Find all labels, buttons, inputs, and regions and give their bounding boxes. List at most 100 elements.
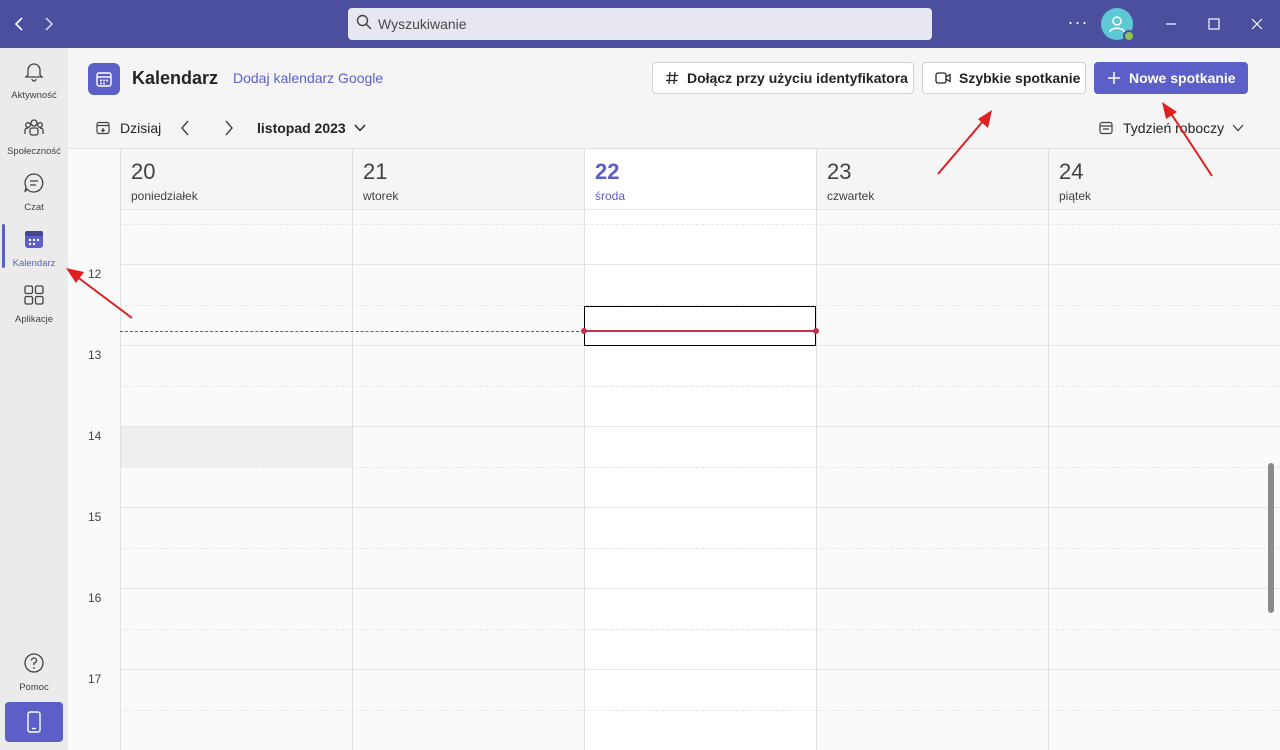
view-icon: [1099, 121, 1113, 135]
chevron-down-icon: [354, 124, 366, 132]
close-icon[interactable]: [1245, 12, 1269, 36]
rail-item-chat[interactable]: Czat: [0, 164, 68, 220]
back-icon[interactable]: [8, 12, 32, 36]
search-placeholder: Wyszukiwanie: [378, 16, 467, 32]
rail-item-label: Czat: [24, 202, 44, 213]
week-grid: 20 poniedziałek 21 wtorek 22 środa 23 cz…: [68, 148, 1280, 750]
new-meeting-button[interactable]: Nowe spotkanie: [1094, 62, 1248, 94]
app-rail: Aktywność Społeczność Czat Kalendarz Apl…: [0, 48, 68, 750]
day-name: piątek: [1059, 189, 1092, 203]
day-header-friday[interactable]: 24 piątek: [1048, 149, 1280, 209]
rail-item-label: Aktywność: [11, 90, 57, 101]
current-time-dot: [813, 328, 819, 334]
grid-line: [120, 588, 1280, 589]
rail-item-help[interactable]: Pomoc: [0, 644, 68, 700]
day-header-monday[interactable]: 20 poniedziałek: [120, 149, 352, 209]
page-title: Kalendarz: [132, 68, 219, 88]
grid-line: [120, 710, 1280, 711]
plus-icon: [1107, 71, 1121, 85]
hour-label: 16: [88, 591, 102, 605]
avatar[interactable]: [1101, 8, 1135, 42]
day-number: 24: [1059, 159, 1084, 184]
today-label: Dzisiaj: [120, 120, 162, 136]
rail-item-calendar[interactable]: Kalendarz: [0, 220, 68, 276]
next-week-icon[interactable]: [224, 108, 234, 148]
rail-item-label: Pomoc: [19, 682, 49, 693]
phone-icon: [27, 711, 41, 733]
grid-line: [120, 669, 1280, 670]
rail-item-apps[interactable]: Aplikacje: [0, 276, 68, 332]
selected-time-slot[interactable]: [584, 306, 816, 346]
hour-label: 12: [88, 267, 102, 281]
day-header-tuesday[interactable]: 21 wtorek: [352, 149, 584, 209]
today-button[interactable]: Dzisiaj: [96, 108, 161, 148]
grid-line: [120, 386, 1280, 387]
rail-item-label: Kalendarz: [12, 258, 56, 269]
day-name: wtorek: [363, 189, 399, 203]
day-header-wednesday[interactable]: 22 środa: [584, 149, 816, 209]
search-input[interactable]: Wyszukiwanie: [348, 8, 932, 40]
vertical-scrollbar[interactable]: [1268, 463, 1274, 613]
current-time-dot: [581, 328, 587, 334]
hour-label: 15: [88, 510, 102, 524]
grid-line: [120, 224, 1280, 225]
grid-line: [120, 629, 1280, 630]
rail-item-label: Aplikacje: [14, 314, 54, 325]
day-number: 21: [363, 159, 388, 184]
presence-available-icon: [1123, 30, 1135, 42]
more-options-icon[interactable]: ···: [1066, 12, 1090, 36]
grid-line: [120, 426, 1280, 427]
calendar-header: Kalendarz Dodaj kalendarz Google Dołącz …: [68, 48, 1280, 108]
apps-icon: [23, 284, 45, 311]
chevron-down-icon: [1232, 124, 1244, 132]
current-time-line: [120, 331, 584, 332]
day-header-thursday[interactable]: 23 czwartek: [816, 149, 1048, 209]
chat-icon: [23, 172, 45, 199]
day-number: 23: [827, 159, 852, 184]
video-camera-icon: [935, 72, 951, 84]
current-time-marker: [584, 330, 816, 332]
new-meeting-label: Nowe spotkanie: [1129, 70, 1236, 86]
grid-line: [120, 467, 1280, 468]
bell-icon: [23, 60, 45, 87]
grid-line: [120, 209, 1280, 210]
minimize-icon[interactable]: [1159, 12, 1183, 36]
person-icon: [1109, 16, 1125, 33]
forward-icon[interactable]: [36, 12, 60, 36]
calendar-today-icon: [96, 121, 110, 135]
busy-slot: [121, 426, 352, 467]
hour-label: 13: [88, 348, 102, 362]
month-label: listopad 2023: [257, 120, 346, 136]
join-with-id-label: Dołącz przy użyciu identyfikatora: [687, 70, 908, 86]
maximize-icon[interactable]: [1202, 12, 1226, 36]
grid-line: [120, 507, 1280, 508]
grid-line: [120, 264, 1280, 265]
quick-meeting-button[interactable]: Szybkie spotkanie: [922, 62, 1086, 94]
hour-label: 14: [88, 429, 102, 443]
day-number: 22: [595, 159, 620, 184]
calendar-app-icon: [88, 63, 120, 95]
calendar-toolbar: Dzisiaj listopad 2023 Tydzień roboczy: [68, 108, 1280, 148]
quick-meeting-label: Szybkie spotkanie: [959, 70, 1081, 86]
month-picker[interactable]: listopad 2023: [257, 108, 366, 148]
mobile-app-button[interactable]: [5, 702, 63, 742]
add-google-calendar-link[interactable]: Dodaj kalendarz Google: [233, 70, 383, 86]
search-icon: [356, 14, 372, 35]
rail-item-community[interactable]: Społeczność: [0, 108, 68, 164]
rail-item-label: Społeczność: [7, 146, 61, 157]
hour-label: 17: [88, 672, 102, 686]
grid-line: [120, 548, 1280, 549]
hashtag-icon: [665, 71, 679, 85]
day-number: 20: [131, 159, 156, 184]
title-bar: Wyszukiwanie ···: [0, 0, 1280, 48]
day-name: poniedziałek: [131, 189, 198, 203]
community-icon: [23, 116, 45, 143]
day-name: środa: [595, 189, 626, 203]
help-icon: [23, 652, 45, 679]
day-name: czwartek: [827, 189, 875, 203]
view-picker[interactable]: Tydzień roboczy: [1099, 108, 1244, 148]
calendar-icon: [23, 228, 45, 255]
join-with-id-button[interactable]: Dołącz przy użyciu identyfikatora: [652, 62, 914, 94]
rail-item-activity[interactable]: Aktywność: [0, 52, 68, 108]
previous-week-icon[interactable]: [180, 108, 190, 148]
